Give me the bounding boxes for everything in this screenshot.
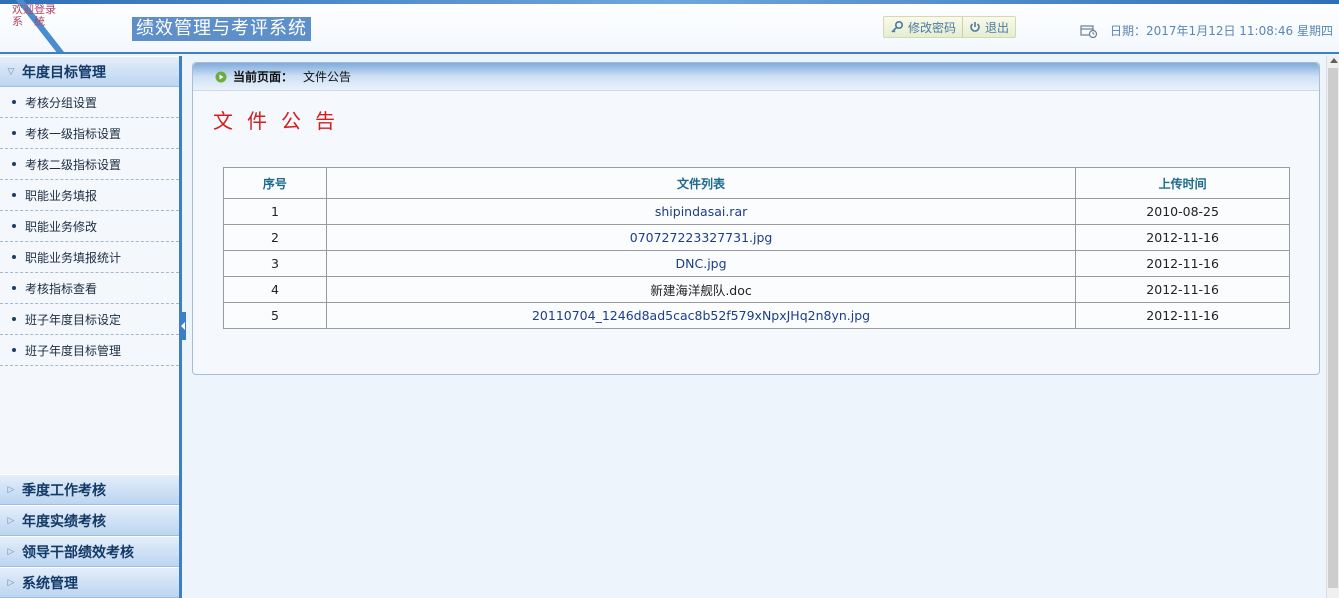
bullet-icon: [12, 317, 16, 321]
column-header-file: 文件列表: [325, 167, 1077, 199]
table-row: 3 DNC.jpg 2012-11-16: [223, 250, 1290, 277]
sidebar-item-label: 班子年度目标设定: [25, 312, 122, 327]
chevron-right-icon: ▷: [7, 484, 15, 495]
collapsed-menus: ▷ 季度工作考核 ▷ 年度实绩考核 ▷ 领导干部绩效考核 ▷ 系统管理: [0, 474, 179, 598]
sidebar-item-business-edit[interactable]: 职能业务修改: [0, 211, 179, 242]
breadcrumb-label: 当前页面：: [233, 70, 294, 84]
menu-label: 年度实绩考核: [22, 513, 106, 530]
play-circle-icon: [215, 71, 227, 82]
menu-label: 年度目标管理: [22, 64, 106, 81]
column-header-time: 上传时间: [1075, 167, 1290, 199]
menu-label: 领导干部绩效考核: [22, 544, 134, 561]
sidebar-item-label: 考核二级指标设置: [25, 157, 122, 172]
calendar-clock-icon: [1080, 24, 1098, 38]
welcome-text: 欢迎登录 系 统: [12, 4, 72, 28]
bullet-icon: [12, 224, 16, 228]
chevron-right-icon: ▷: [7, 515, 15, 526]
power-icon: [970, 22, 980, 32]
bullet-icon: [12, 286, 16, 290]
sidebar-item-indicator-view[interactable]: 考核指标查看: [0, 273, 179, 304]
sidebar-item-label: 职能业务修改: [25, 219, 98, 234]
scrollbar-thumb[interactable]: [1328, 68, 1338, 588]
sidebar-item-label: 班子年度目标管理: [25, 343, 122, 358]
upload-time: 2012-11-16: [1075, 276, 1290, 303]
row-index: 5: [223, 302, 327, 329]
logout-button[interactable]: 退出: [962, 17, 1015, 37]
file-link[interactable]: 20110704_1246d8ad5cac8b52f579xNpxJHq2n8y…: [325, 302, 1077, 329]
header-actions: 修改密码 退出: [883, 16, 1017, 38]
date-value: 2017年1月12日 11:08:46 星期四: [1146, 24, 1333, 38]
bullet-icon: [12, 100, 16, 104]
table-row: 2 070727223327731.jpg 2012-11-16: [223, 224, 1290, 251]
chevron-right-icon: ▷: [7, 577, 15, 588]
chevron-left-icon: [181, 322, 185, 330]
row-index: 1: [223, 198, 327, 225]
column-header-index: 序号: [223, 167, 327, 199]
sidebar-item-label: 职能业务填报统计: [25, 250, 122, 265]
change-password-button[interactable]: 修改密码: [884, 17, 962, 37]
breadcrumb-current: 文件公告: [303, 70, 352, 84]
bullet-icon: [12, 348, 16, 352]
file-link[interactable]: DNC.jpg: [325, 250, 1077, 277]
sidebar-item-label: 考核分组设置: [25, 95, 98, 110]
system-title: 绩效管理与考评系统: [132, 17, 311, 41]
file-link[interactable]: 新建海洋舰队.doc: [325, 276, 1077, 303]
file-link[interactable]: 070727223327731.jpg: [325, 224, 1077, 251]
chevron-right-icon: ▷: [7, 546, 15, 557]
bullet-icon: [12, 131, 16, 135]
table-row: 1 shipindasai.rar 2010-08-25: [223, 198, 1290, 225]
upload-time: 2012-11-16: [1075, 302, 1290, 329]
submenu-list: 考核分组设置 考核一级指标设置 考核二级指标设置 职能业务填报 职能业务修改 职…: [0, 87, 179, 467]
breadcrumb: 当前页面： 文件公告: [193, 63, 1319, 91]
upload-time: 2010-08-25: [1075, 198, 1290, 225]
sidebar-item-level1-indicator[interactable]: 考核一级指标设置: [0, 118, 179, 149]
row-index: 2: [223, 224, 327, 251]
menu-leader-assessment[interactable]: ▷ 领导干部绩效考核: [0, 536, 179, 567]
sidebar-item-label: 考核一级指标设置: [25, 126, 122, 141]
bullet-icon: [12, 255, 16, 259]
vertical-scrollbar[interactable]: [1326, 56, 1339, 598]
table-row: 4 新建海洋舰队.doc 2012-11-16: [223, 276, 1290, 303]
date-label: 日期：: [1110, 24, 1147, 38]
table-row: 5 20110704_1246d8ad5cac8b52f579xNpxJHq2n…: [223, 302, 1290, 329]
row-index: 4: [223, 276, 327, 303]
sidebar-item-level2-indicator[interactable]: 考核二级指标设置: [0, 149, 179, 180]
menu-quarterly-assessment[interactable]: ▷ 季度工作考核: [0, 474, 179, 505]
menu-label: 季度工作考核: [22, 482, 106, 499]
menu-label: 系统管理: [22, 575, 78, 592]
app-header: 欢迎登录 系 统 绩效管理与考评系统 修改密码 退出 日期： 2017年1月12…: [0, 0, 1339, 54]
sidebar-item-business-report[interactable]: 职能业务填报: [0, 180, 179, 211]
sidebar-item-group-settings[interactable]: 考核分组设置: [0, 87, 179, 118]
file-list-table: 序号 文件列表 上传时间 1 shipindasai.rar 2010-08-2…: [223, 167, 1290, 329]
upload-time: 2012-11-16: [1075, 250, 1290, 277]
content-panel: 当前页面： 文件公告 文件公告 序号 文件列表 上传时间 1 shipindas…: [192, 62, 1320, 375]
bullet-icon: [12, 193, 16, 197]
chevron-down-icon: ▽: [7, 66, 15, 77]
file-link[interactable]: shipindasai.rar: [325, 198, 1077, 225]
bullet-icon: [12, 162, 16, 166]
menu-annual-goal-management[interactable]: ▽ 年度目标管理: [0, 56, 179, 87]
sidebar-item-label: 职能业务填报: [25, 188, 98, 203]
welcome-line-2: 系 统: [12, 15, 45, 28]
menu-system-management[interactable]: ▷ 系统管理: [0, 567, 179, 598]
change-password-label: 修改密码: [908, 20, 957, 35]
logo-area: 欢迎登录 系 统 绩效管理与考评系统: [0, 0, 355, 52]
sidebar-item-team-goal-setting[interactable]: 班子年度目标设定: [0, 304, 179, 335]
sidebar-item-report-statistics[interactable]: 职能业务填报统计: [0, 242, 179, 273]
key-icon: [891, 20, 904, 33]
sidebar-item-team-goal-management[interactable]: 班子年度目标管理: [0, 335, 179, 366]
scroll-up-arrow-icon[interactable]: [1330, 58, 1338, 63]
row-index: 3: [223, 250, 327, 277]
logout-label: 退出: [985, 20, 1010, 35]
menu-annual-performance[interactable]: ▷ 年度实绩考核: [0, 505, 179, 536]
main-content: 当前页面： 文件公告 文件公告 序号 文件列表 上传时间 1 shipindas…: [186, 56, 1326, 598]
page-title: 文件公告: [213, 109, 349, 133]
upload-time: 2012-11-16: [1075, 224, 1290, 251]
sidebar: ▽ 年度目标管理 考核分组设置 考核一级指标设置 考核二级指标设置 职能业务填报…: [0, 56, 182, 598]
sidebar-item-label: 考核指标查看: [25, 281, 98, 296]
table-header-row: 序号 文件列表 上传时间: [223, 167, 1290, 199]
date-display: 日期： 2017年1月12日 11:08:46 星期四: [1080, 22, 1333, 39]
